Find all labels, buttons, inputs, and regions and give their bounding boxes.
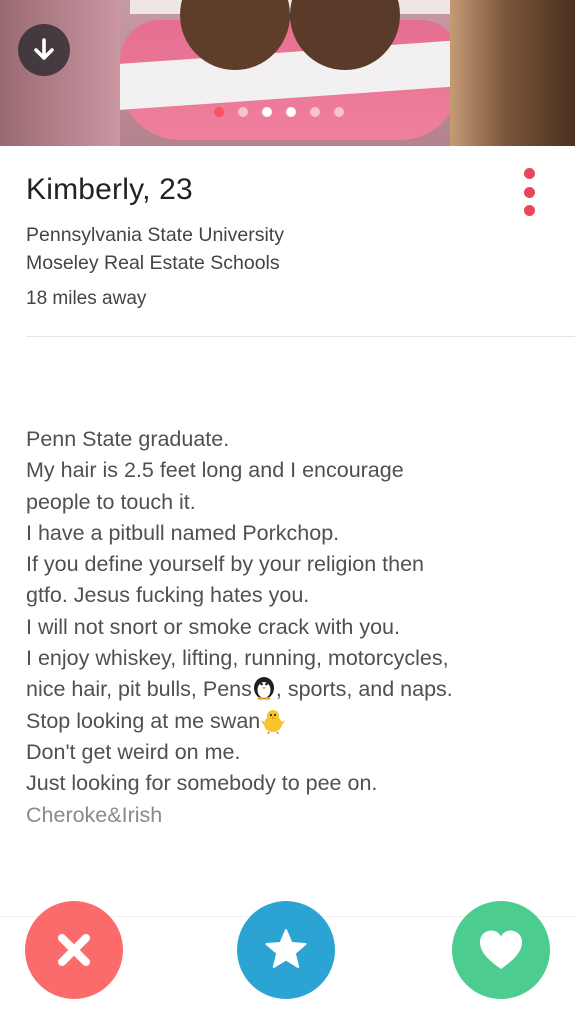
bio-line-part: , sports, and naps. <box>275 677 453 702</box>
photo-dot[interactable] <box>262 107 272 117</box>
bio-line: gtfo. Jesus fucking hates you. <box>26 583 310 608</box>
heart-icon <box>480 930 522 969</box>
more-vertical-icon-dot <box>523 168 535 179</box>
super-like-button[interactable] <box>237 901 335 999</box>
arrow-down-icon <box>34 38 54 60</box>
photo-dot[interactable] <box>286 107 296 117</box>
like-button[interactable] <box>452 901 550 999</box>
photo-pagination <box>214 107 344 119</box>
section-divider <box>26 336 575 337</box>
bio-line: I have a pitbull named Porkchop. <box>26 520 340 545</box>
bio-line: Stop looking at me swan <box>26 706 566 737</box>
photo-dot[interactable] <box>214 107 224 117</box>
profile-name-age: Kimberly, 23 <box>26 173 193 206</box>
bio-line: I will not snort or smoke crack with you… <box>26 614 400 639</box>
photo-dot[interactable] <box>310 107 320 117</box>
profile-school: Pennsylvania State University <box>26 224 284 246</box>
bio-line: My hair is 2.5 feet long and I encourage <box>26 458 404 483</box>
bio-line: I enjoy whiskey, lifting, running, motor… <box>26 646 449 671</box>
chick-icon <box>260 708 286 734</box>
profile-distance: 18 miles away <box>26 288 147 309</box>
bio-line: Penn State graduate. <box>26 427 230 451</box>
photo-dot[interactable] <box>238 107 248 117</box>
bio-line: Don't get weird on me. <box>26 739 241 764</box>
more-options-button[interactable] <box>519 168 539 216</box>
collapse-profile-button[interactable] <box>18 24 70 76</box>
close-icon <box>58 934 90 966</box>
nope-button[interactable] <box>25 901 123 999</box>
profile-bio: Penn State graduate. My hair is 2.5 feet… <box>26 424 566 831</box>
bio-line: If you define yourself by your religion … <box>26 552 424 577</box>
bio-line: Just looking for somebody to pee on. <box>26 771 378 796</box>
photo-hair <box>450 0 575 146</box>
penguin-icon <box>252 676 276 701</box>
profile-photo[interactable] <box>0 0 575 146</box>
photo-dot[interactable] <box>334 107 344 117</box>
bio-line: nice hair, pit bulls, Pens , sports, and… <box>26 674 566 705</box>
bio-line: Cheroke&Irish <box>26 802 163 827</box>
bio-line-part: nice hair, pit bulls, Pens <box>26 677 252 702</box>
bio-line: people to touch it. <box>26 489 196 514</box>
profile-school: Moseley Real Estate Schools <box>26 252 280 274</box>
more-vertical-icon-dot <box>523 186 535 198</box>
more-vertical-icon-dot <box>523 205 535 216</box>
star-icon <box>265 929 307 973</box>
bio-line-part: Stop looking at me swan <box>26 708 261 733</box>
photo-background <box>0 0 120 146</box>
